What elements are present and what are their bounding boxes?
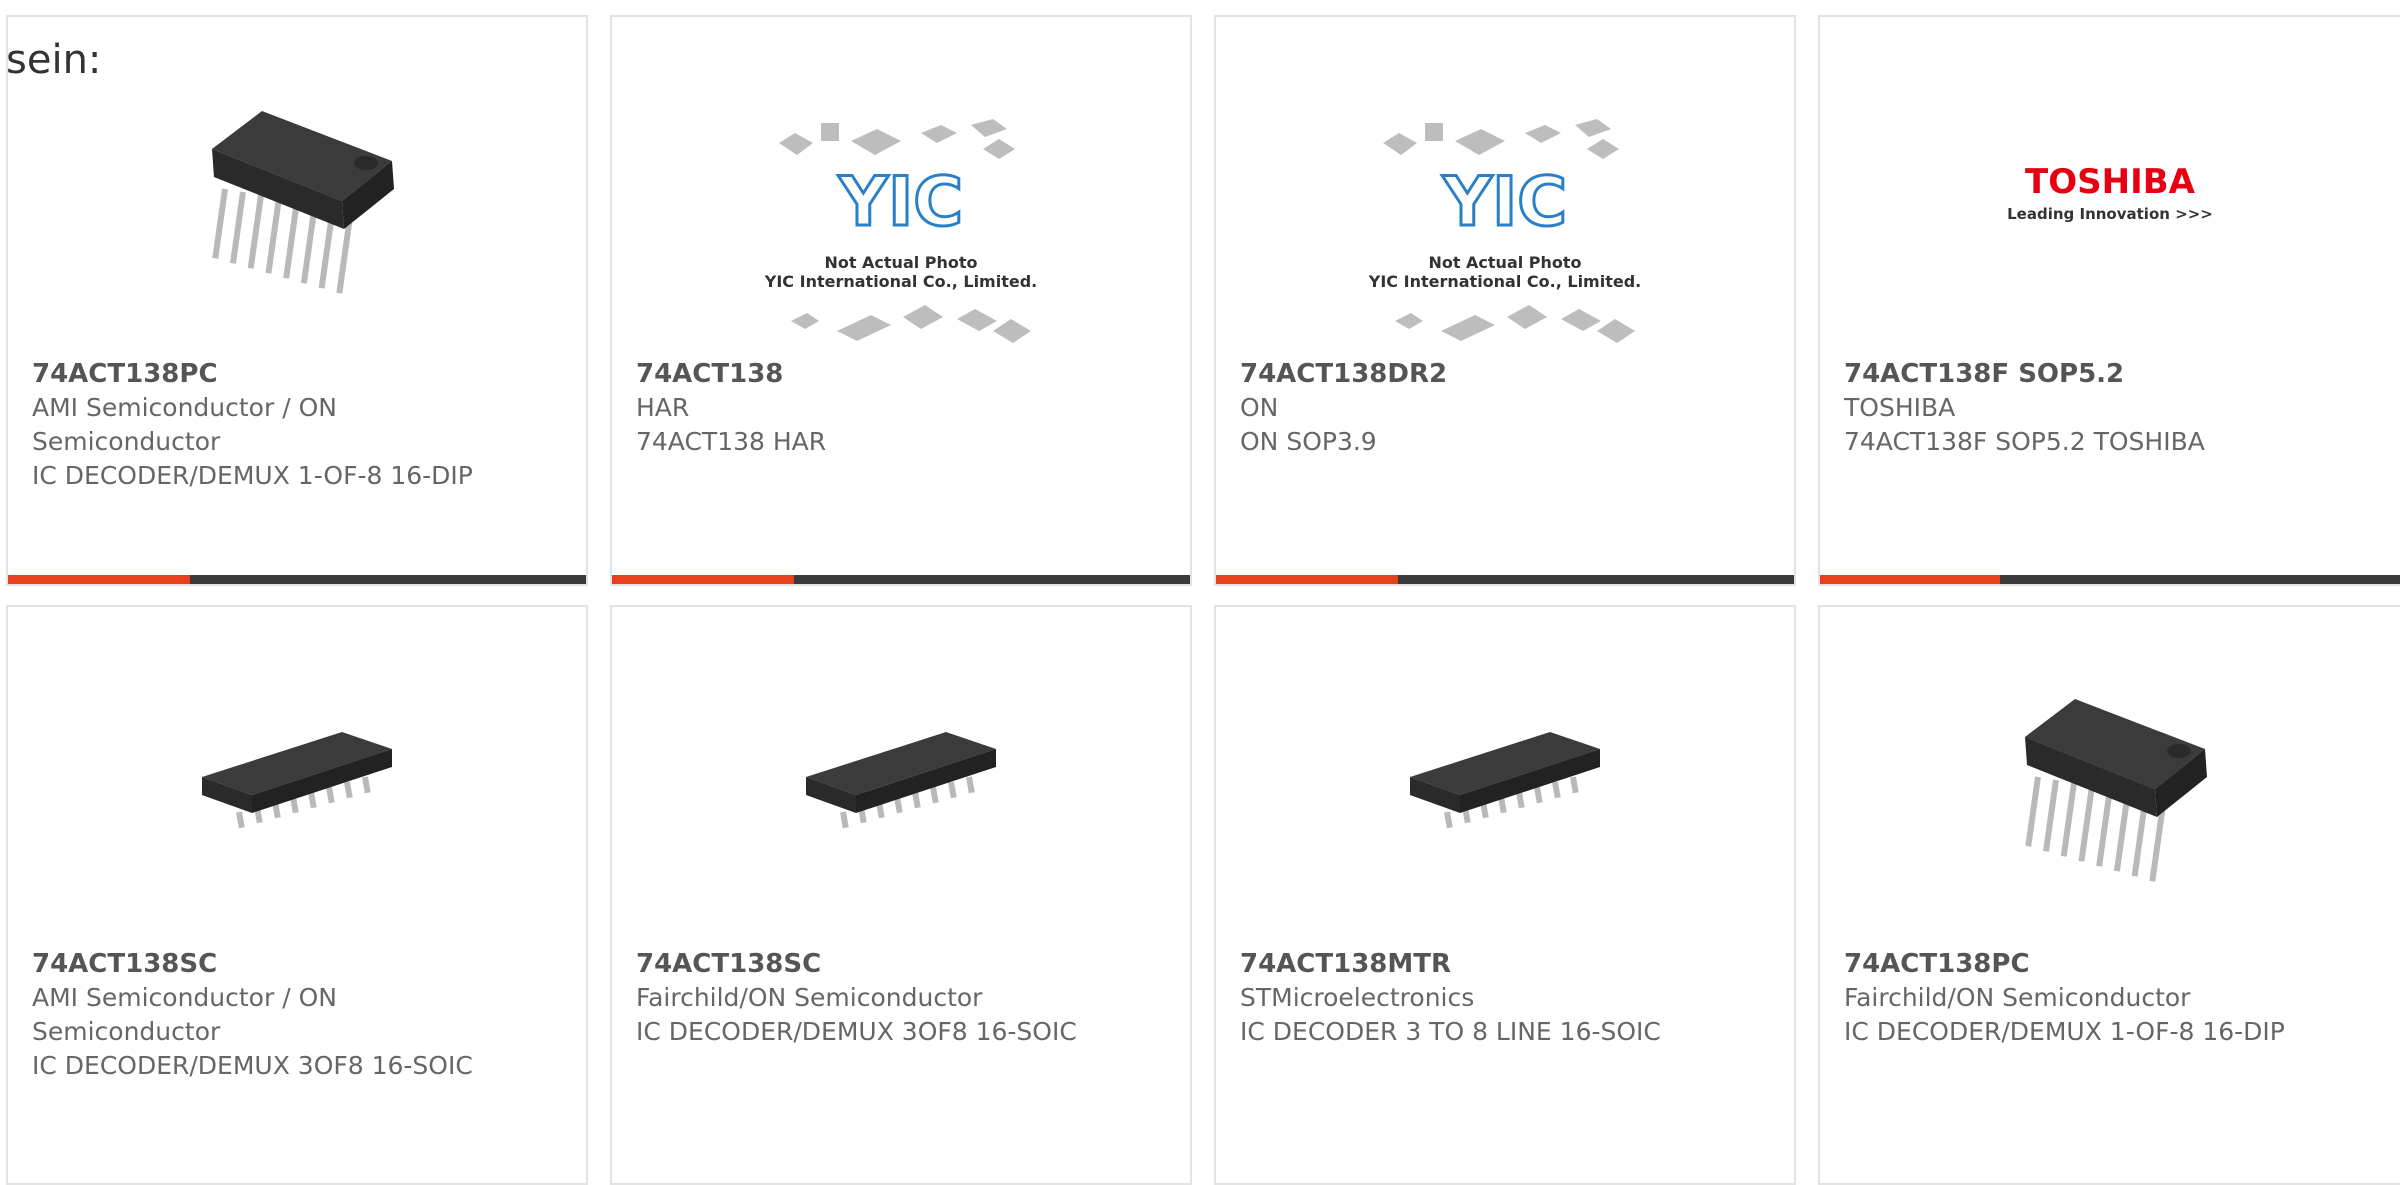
product-image-placeholder[interactable]: YIC Not Actual Photo YIC International C… — [1365, 105, 1645, 365]
yic-placeholder-image: YIC Not Actual Photo YIC International C… — [764, 119, 1037, 343]
product-card[interactable]: YIC Not Actual Photo YIC International C… — [610, 15, 1192, 586]
product-part-number[interactable]: 74ACT138PC — [32, 357, 486, 391]
product-manufacturer: AMI Semiconductor / ON Semiconductor — [32, 983, 337, 1046]
product-card[interactable]: 74ACT138SC AMI Semiconductor / ON Semico… — [6, 605, 588, 1185]
svg-text:Leading Innovation >>>: Leading Innovation >>> — [2007, 205, 2213, 223]
product-image-brand-logo[interactable]: TOSHIBA Leading Innovation >>> — [1980, 157, 2240, 237]
svg-text:YIC International Co., Limited: YIC International Co., Limited. — [764, 272, 1037, 291]
product-manufacturer: STMicroelectronics — [1240, 983, 1475, 1012]
product-image-soic16[interactable] — [192, 677, 402, 887]
product-description: 74ACT138 HAR — [636, 427, 827, 456]
card-bottom-bar — [612, 575, 1190, 584]
dip16-chip-icon — [212, 111, 394, 294]
product-card[interactable]: TOSHIBA Leading Innovation >>> 74ACT138F… — [1818, 15, 2400, 586]
product-description: ON SOP3.9 — [1240, 427, 1377, 456]
card-accent-bar — [1216, 575, 1399, 584]
product-part-number[interactable]: 74ACT138F SOP5.2 — [1844, 357, 2306, 391]
product-part-number[interactable]: 74ACT138SC — [636, 947, 1090, 981]
product-part-number[interactable]: 74ACT138PC — [1844, 947, 2306, 981]
product-image-dip16[interactable] — [192, 89, 402, 299]
product-manufacturer: Fairchild/ON Semiconductor — [1844, 983, 2191, 1012]
product-card[interactable]: 74ACT138PC AMI Semiconductor / ON Semico… — [6, 15, 588, 586]
card-bottom-bar — [1216, 575, 1794, 584]
svg-text:TOSHIBA: TOSHIBA — [2025, 162, 2196, 202]
product-image-placeholder[interactable]: YIC Not Actual Photo YIC International C… — [761, 105, 1041, 365]
soic16-chip-icon — [1410, 732, 1600, 829]
product-card[interactable]: 74ACT138PC Fairchild/ON Semiconductor IC… — [1818, 605, 2400, 1185]
product-manufacturer: TOSHIBA — [1844, 393, 1956, 422]
product-manufacturer: HAR — [636, 393, 690, 422]
product-card[interactable]: YIC Not Actual Photo YIC International C… — [1214, 15, 1796, 586]
product-manufacturer: Fairchild/ON Semiconductor — [636, 983, 983, 1012]
svg-text:YIC: YIC — [1442, 163, 1567, 242]
product-manufacturer: ON — [1240, 393, 1279, 422]
product-part-number[interactable]: 74ACT138DR2 — [1240, 357, 1694, 391]
product-description: IC DECODER/DEMUX 1-OF-8 16-DIP — [32, 461, 473, 490]
card-accent-bar — [612, 575, 795, 584]
yic-placeholder-image: YIC Not Actual Photo YIC International C… — [1368, 119, 1641, 343]
toshiba-logo: TOSHIBA Leading Innovation >>> — [2007, 162, 2213, 223]
product-card[interactable]: 74ACT138MTR STMicroelectronics IC DECODE… — [1214, 605, 1796, 1185]
card-accent-bar — [1820, 575, 2001, 584]
soic16-chip-icon — [806, 732, 996, 829]
product-image-soic16[interactable] — [796, 677, 1006, 887]
product-part-number[interactable]: 74ACT138 — [636, 357, 1090, 391]
soic16-chip-icon — [202, 732, 392, 829]
card-bottom-bar — [1820, 575, 2400, 584]
intro-text: sein: — [6, 37, 102, 83]
svg-text:YIC: YIC — [838, 163, 963, 242]
card-bottom-bar — [8, 575, 586, 584]
product-description: IC DECODER/DEMUX 1-OF-8 16-DIP — [1844, 1017, 2285, 1046]
product-image-soic16[interactable] — [1400, 677, 1610, 887]
svg-text:Not Actual Photo: Not Actual Photo — [1428, 253, 1581, 272]
product-manufacturer: AMI Semiconductor / ON Semiconductor — [32, 393, 337, 456]
dip16-chip-icon — [2025, 699, 2207, 882]
product-part-number[interactable]: 74ACT138SC — [32, 947, 486, 981]
svg-text:YIC International Co., Limited: YIC International Co., Limited. — [1368, 272, 1641, 291]
svg-text:Not Actual Photo: Not Actual Photo — [824, 253, 977, 272]
card-accent-bar — [8, 575, 191, 584]
product-image-dip16[interactable] — [2005, 677, 2215, 887]
product-description: IC DECODER/DEMUX 3OF8 16-SOIC — [32, 1051, 473, 1080]
product-description: 74ACT138F SOP5.2 TOSHIBA — [1844, 427, 2205, 456]
product-card[interactable]: 74ACT138SC Fairchild/ON Semiconductor IC… — [610, 605, 1192, 1185]
product-description: IC DECODER 3 TO 8 LINE 16-SOIC — [1240, 1017, 1661, 1046]
product-part-number[interactable]: 74ACT138MTR — [1240, 947, 1694, 981]
product-description: IC DECODER/DEMUX 3OF8 16-SOIC — [636, 1017, 1077, 1046]
